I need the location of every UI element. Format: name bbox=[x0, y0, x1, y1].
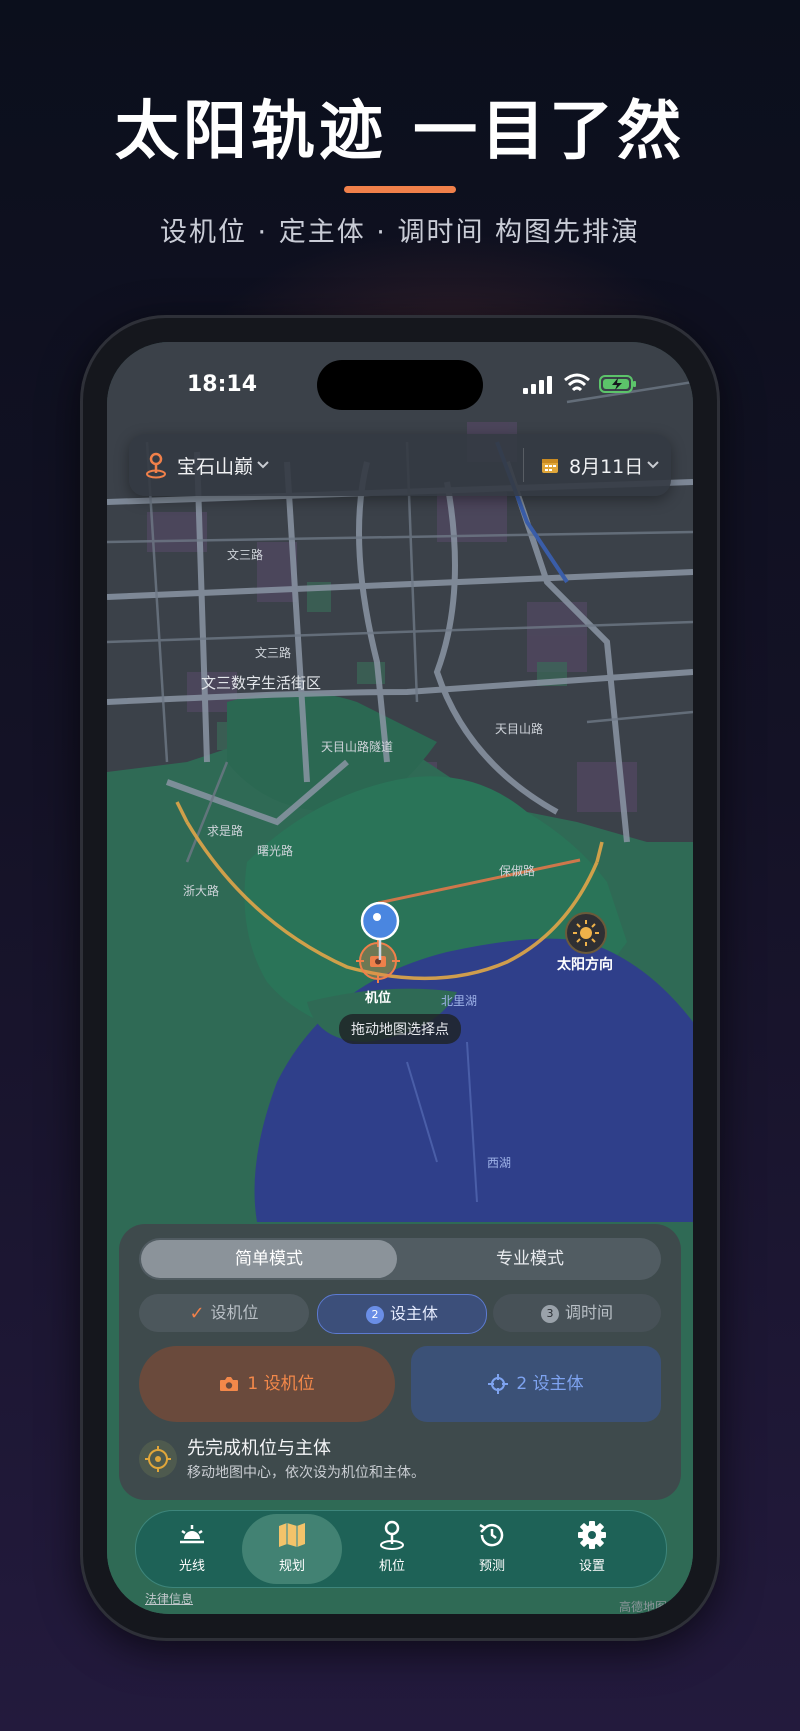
wifi-icon bbox=[564, 373, 590, 392]
phone-screen: 18:14 宝石山巅 8月11日 文三路 文三路 文三数字生活街区 天目山路 天… bbox=[107, 342, 693, 1614]
map-road-label: 求是路 bbox=[207, 824, 244, 838]
tab-forecast[interactable]: 预测 bbox=[442, 1511, 542, 1587]
dynamic-island bbox=[317, 360, 483, 410]
mode-simple-button[interactable]: 简单模式 bbox=[141, 1240, 397, 1278]
camera-icon bbox=[220, 1377, 239, 1391]
promo-subline: 设机位 · 定主体 · 调时间 构图先排演 bbox=[159, 217, 641, 248]
history-icon bbox=[479, 1523, 504, 1547]
map-district-label: 文三数字生活街区 bbox=[201, 674, 322, 692]
bottom-tab-bar: 光线 规划 机位 预测 设置 bbox=[135, 1510, 667, 1588]
step-number-badge: 2 bbox=[365, 1305, 384, 1324]
map-road-label: 天目山路隧道 bbox=[321, 740, 394, 754]
step-number-badge: 3 bbox=[540, 1304, 559, 1323]
target-icon bbox=[139, 1440, 177, 1478]
status-bar: 18:14 bbox=[107, 342, 693, 412]
mode-pro-button[interactable]: 专业模式 bbox=[401, 1240, 659, 1278]
map-road-label: 天目山路 bbox=[495, 722, 544, 736]
checkmark-icon: ✓ bbox=[189, 1302, 205, 1324]
tip-title: 先完成机位与主体 bbox=[187, 1438, 331, 1459]
battery-charging-icon bbox=[599, 375, 636, 393]
calendar-icon bbox=[542, 459, 558, 473]
tab-label: 预测 bbox=[478, 1559, 505, 1574]
planning-panel: 简单模式 专业模式 ✓ 设机位 2 设主体 3 调时间 1 设机位 2 设主体 bbox=[119, 1224, 681, 1500]
map-road-label: 文三路 bbox=[227, 548, 264, 562]
location-pin-icon bbox=[380, 1520, 404, 1550]
step-set-subject[interactable]: 2 设主体 bbox=[317, 1294, 487, 1334]
map-center-pin-icon bbox=[360, 902, 400, 960]
tab-camera-position[interactable]: 机位 bbox=[342, 1511, 442, 1587]
cellular-signal-icon bbox=[523, 376, 552, 394]
accent-bar bbox=[344, 186, 456, 193]
set-subject-button[interactable]: 2 设主体 bbox=[411, 1346, 661, 1422]
sun-icon bbox=[573, 920, 599, 946]
promo-headline: 太阳轨迹 一目了然 bbox=[114, 95, 686, 169]
date-selector[interactable]: 8月11日 bbox=[569, 452, 643, 479]
step-label: 设机位 bbox=[210, 1303, 259, 1322]
mode-switch: 简单模式 专业模式 bbox=[139, 1238, 661, 1280]
location-date-bar: 宝石山巅 8月11日 bbox=[129, 434, 671, 496]
sun-direction-label: 太阳方向 bbox=[557, 957, 613, 973]
set-camera-label: 1 设机位 bbox=[247, 1374, 315, 1394]
map-lake-label: 北里湖 bbox=[441, 994, 478, 1008]
map-road-label: 保俶路 bbox=[499, 864, 536, 878]
location-pin-icon bbox=[146, 452, 166, 479]
step-set-camera[interactable]: ✓ 设机位 bbox=[139, 1294, 309, 1332]
location-selector[interactable]: 宝石山巅 bbox=[177, 452, 253, 479]
set-subject-label: 2 设主体 bbox=[516, 1374, 584, 1394]
map-lake-label: 西湖 bbox=[487, 1156, 512, 1170]
gear-icon bbox=[578, 1521, 606, 1549]
map-road-label: 文三路 bbox=[255, 646, 292, 660]
map-brand-logo: 高德地图 bbox=[619, 1600, 668, 1614]
map-road-label: 浙大路 bbox=[183, 884, 220, 898]
map-road-label: 曙光路 bbox=[257, 844, 294, 858]
legal-info-link[interactable]: 法律信息 bbox=[145, 1590, 193, 1607]
sunrise-icon bbox=[180, 1525, 204, 1544]
chevron-down-icon[interactable] bbox=[647, 461, 659, 469]
chevron-down-icon[interactable] bbox=[257, 461, 269, 469]
tab-label: 规划 bbox=[278, 1559, 305, 1574]
tip-description: 移动地图中心，依次设为机位和主体。 bbox=[187, 1465, 425, 1481]
status-time: 18:14 bbox=[187, 372, 258, 397]
tab-settings[interactable]: 设置 bbox=[542, 1511, 642, 1587]
map-icon bbox=[279, 1523, 305, 1547]
tab-plan[interactable]: 规划 bbox=[242, 1514, 342, 1584]
tab-label: 机位 bbox=[378, 1559, 405, 1574]
tab-light[interactable]: 光线 bbox=[142, 1511, 242, 1587]
divider bbox=[523, 448, 524, 482]
step-label: 设主体 bbox=[389, 1304, 438, 1323]
step-adjust-time[interactable]: 3 调时间 bbox=[493, 1294, 661, 1332]
sun-direction-marker[interactable] bbox=[565, 912, 607, 954]
step-label: 调时间 bbox=[564, 1303, 613, 1322]
set-camera-button[interactable]: 1 设机位 bbox=[139, 1346, 395, 1422]
drag-hint-tooltip: 拖动地图选择点 bbox=[339, 1014, 461, 1044]
camera-position-label: 机位 bbox=[365, 991, 392, 1006]
crosshair-icon bbox=[488, 1374, 509, 1394]
tab-label: 设置 bbox=[578, 1559, 605, 1574]
tab-label: 光线 bbox=[178, 1559, 205, 1574]
